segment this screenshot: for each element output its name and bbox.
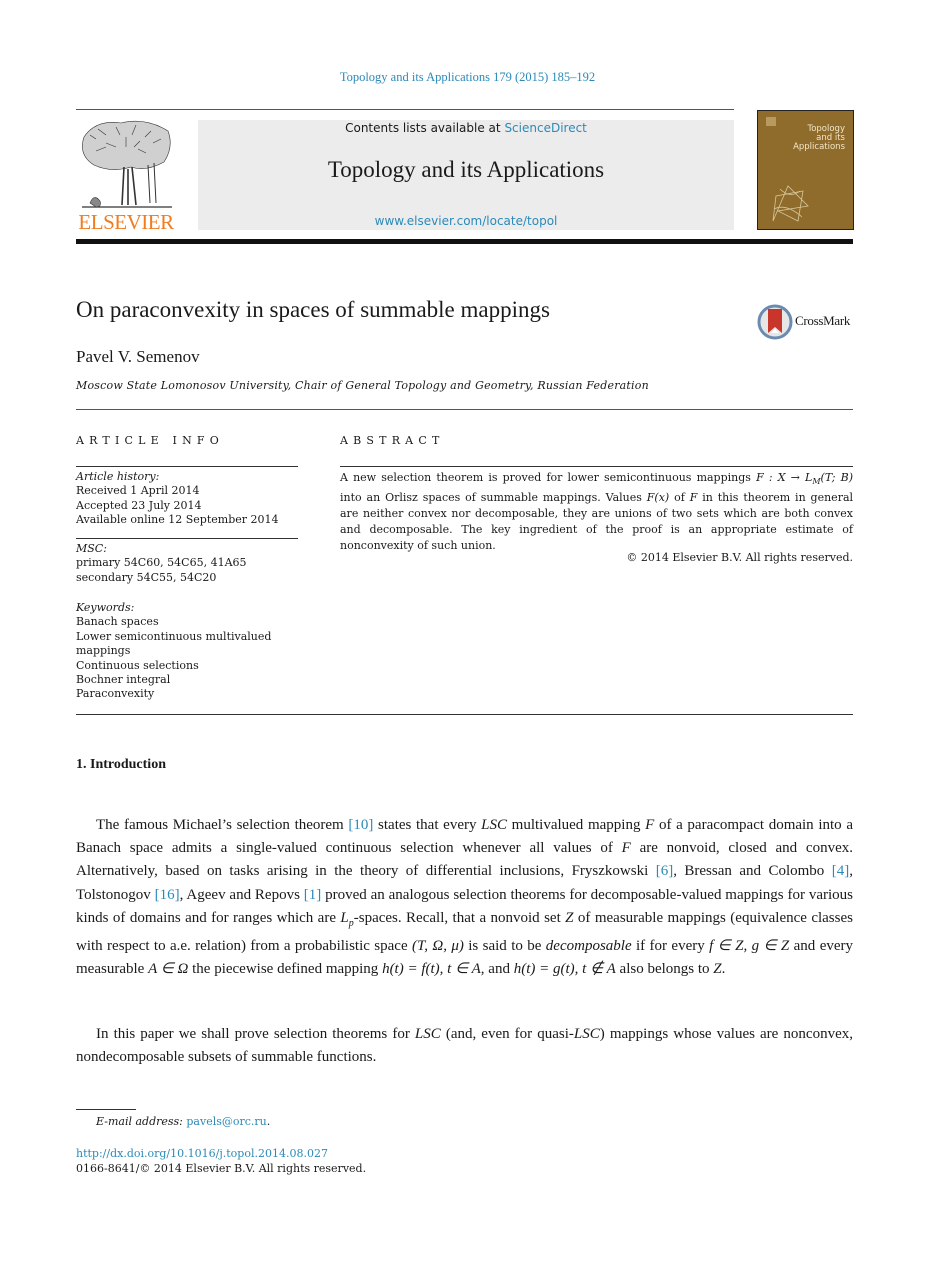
text-run: .: [721, 961, 726, 978]
elsevier-wordmark: ELSEVIER: [78, 210, 174, 234]
journal-url-link[interactable]: www.elsevier.com/locate/topol: [198, 214, 734, 228]
math-lp: L: [340, 909, 349, 926]
text-run: if for every: [631, 938, 710, 955]
math-expression: A ∈ Ω: [148, 961, 189, 978]
abstract-math: (T; B): [820, 471, 853, 484]
citation-link[interactable]: [4]: [832, 863, 850, 879]
text-run: is said to be: [463, 938, 546, 955]
keyword-item: Banach spaces: [76, 615, 159, 629]
math-probability-space: (T, Ω, μ): [412, 938, 464, 955]
header-top-rule: [76, 109, 734, 110]
abstract-copyright: © 2014 Elsevier B.V. All rights reserved…: [626, 551, 853, 564]
header-bottom-rule: [76, 239, 853, 244]
msc-classification: MSC: primary 54C60, 54C65, 41A65 seconda…: [76, 542, 301, 585]
text-run: , Ageev and Repovs: [179, 886, 304, 903]
journal-cover-image: Topology and its Applications: [757, 110, 854, 230]
math-f: F: [645, 817, 655, 833]
math-expression: f ∈ Z, g ∈ Z: [709, 938, 790, 955]
text-run: The famous Michael’s selection theorem: [96, 817, 349, 833]
history-accepted: Accepted 23 July 2014: [76, 498, 202, 512]
text-run: In this paper we shall prove selection t…: [96, 1026, 415, 1042]
footnote-rule: [76, 1109, 136, 1110]
section-heading-introduction: 1. Introduction: [76, 757, 166, 772]
contents-prefix: Contents lists available at: [345, 121, 505, 135]
abstract-run: of: [669, 491, 690, 505]
abstract-math: F : X → L: [756, 471, 813, 484]
text-run: multivalued mapping: [507, 817, 646, 833]
keywords: Keywords: Banach spaces Lower semicontin…: [76, 601, 291, 702]
history-online: Available online 12 September 2014: [76, 513, 279, 527]
intro-paragraph-2: In this paper we shall prove selection t…: [76, 1023, 853, 1069]
math-z: Z: [713, 961, 722, 978]
term-decomposable: decomposable: [545, 938, 632, 955]
journal-reference-link[interactable]: Topology and its Applications 179 (2015)…: [0, 70, 935, 85]
contents-available-line: Contents lists available at ScienceDirec…: [198, 121, 734, 135]
abstract-rule: [340, 466, 853, 467]
math-lsc: LSC: [481, 817, 507, 833]
msc-primary: primary 54C60, 54C65, 41A65: [76, 556, 247, 570]
sciencedirect-link[interactable]: ScienceDirect: [504, 121, 586, 135]
keyword-item: Paraconvexity: [76, 687, 155, 701]
history-label: Article history:: [76, 470, 160, 483]
article-info-rule: [76, 466, 298, 467]
text-run: the piecewise defined mapping: [188, 961, 383, 978]
msc-secondary: secondary 54C55, 54C20: [76, 570, 217, 584]
math-lsc: LSC: [414, 1026, 441, 1042]
text-run: , and: [480, 961, 514, 978]
journal-title: Topology and its Applications: [327, 157, 605, 182]
email-label: E-mail address:: [96, 1115, 183, 1128]
abstract-run: into an Orlisz spaces of summable mappin…: [340, 491, 647, 505]
email-link[interactable]: pavels@orc.ru: [186, 1115, 266, 1128]
abstract-text: A new selection theorem is proved for lo…: [340, 470, 853, 554]
intro-paragraph-1: The famous Michael’s selection theorem […: [76, 814, 853, 981]
citation-link[interactable]: [1]: [304, 887, 322, 903]
abstract-math: F(x): [646, 491, 670, 505]
history-received: Received 1 April 2014: [76, 484, 200, 498]
author-name: Pavel V. Semenov: [76, 347, 200, 366]
email-footnote: E-mail address: pavels@orc.ru.: [96, 1115, 270, 1128]
abstract-math-subscript: M: [812, 477, 821, 487]
cover-knot-icon: [772, 185, 809, 222]
crossmark-label[interactable]: CrossMark: [795, 313, 850, 329]
abstract-run: A new selection theorem is proved for lo…: [340, 471, 757, 484]
article-history: Article history: Received 1 April 2014 A…: [76, 470, 301, 528]
front-matter-end-rule: [76, 714, 853, 715]
cover-title: Topology and its Applications: [793, 124, 845, 152]
math-lsc: LSC: [573, 1026, 600, 1042]
citation-link[interactable]: [16]: [155, 887, 180, 903]
affiliation-rule: [76, 409, 853, 410]
author-affiliation: Moscow State Lomonosov University, Chair…: [76, 379, 649, 392]
email-suffix: .: [266, 1115, 271, 1128]
math-f: F: [621, 840, 631, 857]
doi-link[interactable]: http://dx.doi.org/10.1016/j.topol.2014.0…: [76, 1147, 328, 1160]
math-expression: h(t) = f(t), t ∈ A: [382, 961, 481, 978]
citation-link[interactable]: [10]: [348, 817, 373, 833]
keywords-label: Keywords:: [76, 601, 135, 614]
text-run: (and, even for quasi-: [440, 1026, 574, 1042]
msc-label: MSC:: [76, 542, 107, 555]
citation-link[interactable]: [6]: [656, 863, 674, 879]
keyword-item: Lower semicontinuous multivalued mapping…: [76, 629, 272, 658]
abstract-heading: ABSTRACT: [340, 434, 445, 447]
keyword-item: Continuous selections: [76, 658, 199, 672]
history-rule: [76, 538, 298, 539]
text-run: -spaces. Recall, that a nonvoid set: [353, 909, 566, 926]
text-run: states that every: [373, 817, 482, 833]
issn-copyright: 0166-8641/© 2014 Elsevier B.V. All right…: [76, 1162, 367, 1175]
keyword-item: Bochner integral: [76, 673, 171, 687]
text-run: , Bressan and Colombo: [673, 863, 832, 880]
article-title: On paraconvexity in spaces of summable m…: [76, 297, 550, 322]
math-expression: h(t) = g(t), t ∉ A: [513, 961, 616, 978]
article-info-heading: ARTICLE INFO: [76, 434, 224, 447]
crossmark-icon[interactable]: [757, 303, 793, 341]
text-run: also belongs to: [615, 961, 714, 978]
math-z: Z: [565, 909, 574, 926]
